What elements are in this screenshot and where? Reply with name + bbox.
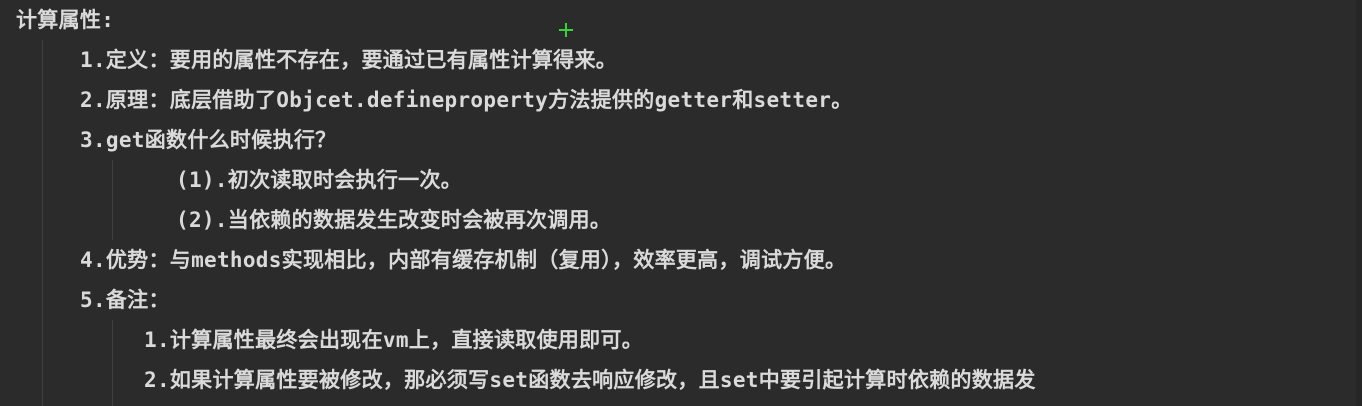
editor-line-5[interactable]: (1).初次读取时会执行一次。 bbox=[176, 160, 462, 200]
indent-guide bbox=[112, 160, 113, 240]
indent-guide bbox=[112, 320, 113, 406]
indent-guide bbox=[42, 40, 43, 406]
editor-line-1[interactable]: 计算属性: bbox=[16, 0, 114, 40]
editor-line-4[interactable]: 3.get函数什么时候执行？ bbox=[80, 120, 336, 160]
crosshair-plus-icon bbox=[559, 23, 573, 37]
editor-line-9[interactable]: 1.计算属性最终会出现在vm上，直接读取使用即可。 bbox=[144, 320, 643, 360]
scrollbar-track[interactable] bbox=[1356, 0, 1362, 406]
editor-line-8[interactable]: 5.备注： bbox=[80, 280, 170, 320]
code-editor[interactable]: 计算属性: 1.定义：要用的属性不存在，要通过已有属性计算得来。 2.原理：底层… bbox=[0, 0, 1362, 406]
editor-line-2[interactable]: 1.定义：要用的属性不存在，要通过已有属性计算得来。 bbox=[80, 40, 617, 80]
editor-line-10[interactable]: 2.如果计算属性要被修改，那必须写set函数去响应修改，且set中要引起计算时依… bbox=[144, 360, 1036, 400]
editor-line-6[interactable]: (2).当依赖的数据发生改变时会被再次调用。 bbox=[176, 200, 611, 240]
editor-line-3[interactable]: 2.原理：底层借助了Objcet.defineproperty方法提供的gett… bbox=[80, 80, 853, 120]
editor-line-7[interactable]: 4.优势：与methods实现相比，内部有缓存机制（复用），效率更高，调试方便。 bbox=[80, 240, 846, 280]
